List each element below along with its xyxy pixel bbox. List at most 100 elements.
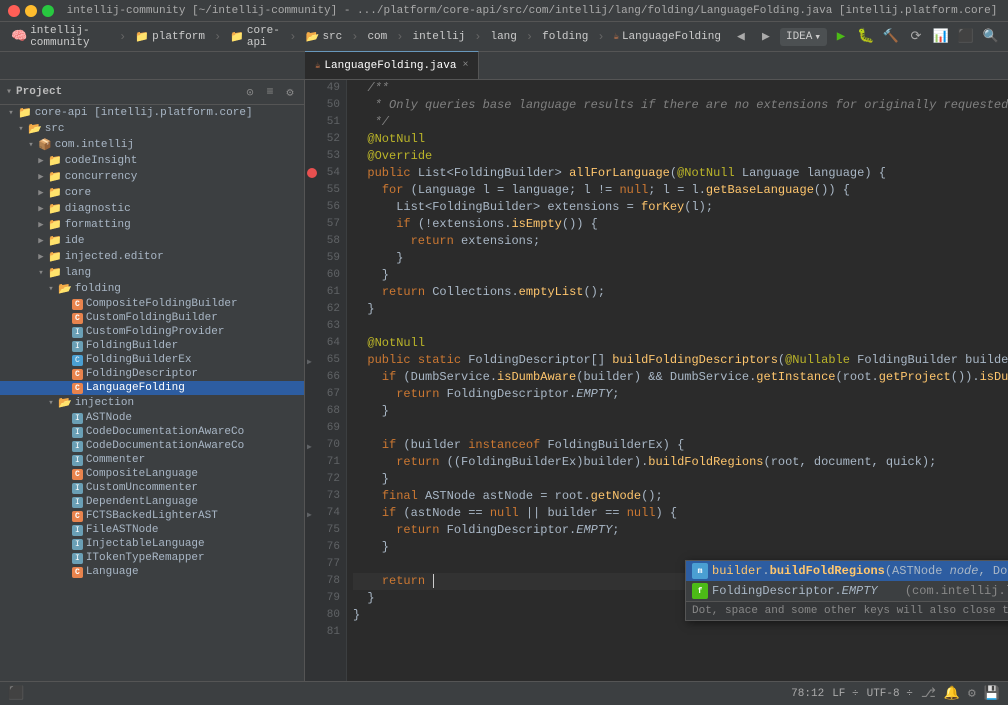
code-line-70: if (builder instanceof FoldingBuilderEx)… bbox=[353, 437, 1008, 454]
nav-sep-5: › bbox=[396, 30, 403, 44]
code-line-61: return Collections.emptyList(); bbox=[353, 284, 1008, 301]
sidebar-item-injectable-lang[interactable]: I InjectableLanguage bbox=[0, 537, 304, 551]
sidebar-item-injected[interactable]: ▶ 📁 injected.editor bbox=[0, 249, 304, 265]
debug-button[interactable]: 🐛 bbox=[855, 26, 877, 48]
sidebar-item-custom-uncommenter[interactable]: I CustomUncommenter bbox=[0, 481, 304, 495]
sidebar-item-injection[interactable]: ▾ 📂 injection bbox=[0, 395, 304, 411]
sidebar-title: Project bbox=[16, 86, 238, 98]
nav-project[interactable]: 🧠 intellij-community bbox=[6, 23, 115, 51]
code-line-81 bbox=[353, 624, 1008, 641]
sidebar-item-language-folding[interactable]: C LanguageFolding bbox=[0, 381, 304, 395]
sidebar-action-collapse[interactable]: ≡ bbox=[262, 84, 278, 100]
sidebar-item-composite-folding[interactable]: C CompositeFoldingBuilder bbox=[0, 297, 304, 311]
sidebar-item-codeinsight[interactable]: ▶ 📁 codeInsight bbox=[0, 153, 304, 169]
minimize-button[interactable] bbox=[25, 5, 37, 17]
interface-icon-fan: I bbox=[72, 525, 83, 536]
sidebar-item-composite-lang[interactable]: C CompositeLanguage bbox=[0, 467, 304, 481]
tab-close-button[interactable]: × bbox=[462, 60, 468, 71]
sidebar-item-fcts[interactable]: C FCTSBackedLighterAST bbox=[0, 509, 304, 523]
sidebar-item-conc-label: concurrency bbox=[65, 171, 138, 183]
tree-arrow-inj: ▶ bbox=[34, 252, 48, 262]
tree-arrow-root: ▾ bbox=[4, 108, 18, 118]
nav-folding[interactable]: folding bbox=[537, 29, 593, 45]
sidebar-item-custom-folding-provider[interactable]: I CustomFoldingProvider bbox=[0, 325, 304, 339]
class-icon-cufb: C bbox=[72, 313, 83, 324]
search-everywhere-button[interactable]: 🔍 bbox=[980, 26, 1002, 48]
line-67: 67 bbox=[305, 386, 346, 403]
file-encoding[interactable]: UTF-8 ÷ bbox=[867, 688, 913, 700]
folder-icon-fmt: 📁 bbox=[48, 218, 62, 232]
sync-button[interactable]: ⟳ bbox=[905, 26, 927, 48]
notification-status-icon[interactable]: 🔔 bbox=[944, 686, 960, 701]
autocomplete-item-1[interactable]: m builder.buildFoldRegions(ASTNode node,… bbox=[686, 561, 1008, 581]
sidebar-item-astnode[interactable]: I ASTNode bbox=[0, 411, 304, 425]
sidebar-item-concurrency[interactable]: ▶ 📁 concurrency bbox=[0, 169, 304, 185]
sidebar-item-lang[interactable]: ▾ 📁 lang bbox=[0, 265, 304, 281]
line-separator[interactable]: LF ÷ bbox=[832, 688, 858, 700]
code-area[interactable]: 49 50 51 52 53 54 55 56 57 58 59 60 61 6… bbox=[305, 80, 1008, 681]
nav-src[interactable]: 📂 src bbox=[300, 28, 347, 46]
nav-platform[interactable]: 📁 platform bbox=[130, 28, 210, 46]
git-status-icon[interactable]: ⎇ bbox=[921, 686, 936, 701]
terminal-status-icon[interactable]: ⬛ bbox=[8, 686, 24, 701]
sidebar-item-ide[interactable]: ▶ 📁 ide bbox=[0, 233, 304, 249]
interface-icon-cd1: I bbox=[72, 427, 83, 438]
build-button[interactable]: 🔨 bbox=[880, 26, 902, 48]
ac-hint-text: Dot, space and some other keys will also… bbox=[692, 605, 1008, 617]
run-button[interactable]: ▶ bbox=[830, 26, 852, 48]
sidebar-item-fileastnode[interactable]: I FileASTNode bbox=[0, 523, 304, 537]
sidebar-item-code-doc-2[interactable]: I CodeDocumentationAwareCo bbox=[0, 439, 304, 453]
sidebar-item-itr-label: ITokenTypeRemapper bbox=[86, 552, 205, 564]
sidebar-item-folding[interactable]: ▾ 📂 folding bbox=[0, 281, 304, 297]
settings-status-icon[interactable]: ⚙ bbox=[968, 686, 976, 701]
line-71: 71 bbox=[305, 454, 346, 471]
forward-button[interactable]: ▶ bbox=[755, 26, 777, 48]
autocomplete-popup[interactable]: m builder.buildFoldRegions(ASTNode node,… bbox=[685, 560, 1008, 621]
nav-core-api[interactable]: 📁 core-api bbox=[225, 23, 285, 51]
sidebar-item-language[interactable]: C Language bbox=[0, 565, 304, 579]
sidebar-item-formatting[interactable]: ▶ 📁 formatting bbox=[0, 217, 304, 233]
sidebar-item-folding-builder[interactable]: I FoldingBuilder bbox=[0, 339, 304, 353]
memory-status-icon[interactable]: 💾 bbox=[984, 686, 1000, 701]
nav-intellij[interactable]: intellij bbox=[407, 29, 470, 45]
sidebar-item-diagnostic[interactable]: ▶ 📁 diagnostic bbox=[0, 201, 304, 217]
line-59: 59 bbox=[305, 250, 346, 267]
ac-icon-1: m bbox=[692, 563, 708, 579]
idea-selector[interactable]: IDEA ▾ bbox=[780, 28, 827, 46]
close-button[interactable] bbox=[8, 5, 20, 17]
sidebar-item-root[interactable]: ▾ 📁 core-api [intellij.platform.core] bbox=[0, 105, 304, 121]
terminal-button[interactable]: ⬛ bbox=[955, 26, 977, 48]
nav-languagefolding[interactable]: ☕ LanguageFolding bbox=[609, 29, 726, 45]
sidebar-item-src[interactable]: ▾ 📂 src bbox=[0, 121, 304, 137]
sidebar-item-com-intellij[interactable]: ▾ 📦 com.intellij bbox=[0, 137, 304, 153]
back-button[interactable]: ◀ bbox=[730, 26, 752, 48]
sidebar-action-scope[interactable]: ⊙ bbox=[242, 84, 258, 100]
tab-languagefolding[interactable]: ☕ LanguageFolding.java × bbox=[305, 51, 479, 79]
folder-icon-ci: 📁 bbox=[48, 154, 62, 168]
sidebar-action-settings[interactable]: ⚙ bbox=[282, 84, 298, 100]
autocomplete-item-2[interactable]: f FoldingDescriptor.EMPTY (com.intellij.… bbox=[686, 581, 1008, 601]
class-icon-lf: C bbox=[72, 383, 83, 394]
profile-button[interactable]: 📊 bbox=[930, 26, 952, 48]
nav-lang[interactable]: lang bbox=[485, 29, 521, 45]
sidebar-item-fbex-label: FoldingBuilderEx bbox=[86, 354, 192, 366]
line-66: 66 bbox=[305, 369, 346, 386]
sidebar-item-core[interactable]: ▶ 📁 core bbox=[0, 185, 304, 201]
tree-arrow-ide: ▶ bbox=[34, 236, 48, 246]
nav-sep-2: › bbox=[214, 30, 221, 44]
sidebar-item-code-doc-1[interactable]: I CodeDocumentationAwareCo bbox=[0, 425, 304, 439]
sidebar: ▾ Project ⊙ ≡ ⚙ ▾ 📁 core-api [intellij.p… bbox=[0, 80, 305, 681]
sidebar-item-dependent-lang[interactable]: I DependentLanguage bbox=[0, 495, 304, 509]
sidebar-item-custom-folding-builder[interactable]: C CustomFoldingBuilder bbox=[0, 311, 304, 325]
sidebar-item-folding-descriptor[interactable]: C FoldingDescriptor bbox=[0, 367, 304, 381]
line-61: 61 bbox=[305, 284, 346, 301]
line-62: 62 bbox=[305, 301, 346, 318]
sidebar-item-commenter[interactable]: I Commenter bbox=[0, 453, 304, 467]
sidebar-item-folding-builder-ex[interactable]: C FoldingBuilderEx bbox=[0, 353, 304, 367]
sidebar-item-itoken[interactable]: I ITokenTypeRemapper bbox=[0, 551, 304, 565]
interface-icon-cu: I bbox=[72, 483, 83, 494]
code-line-51: */ bbox=[353, 114, 1008, 131]
maximize-button[interactable] bbox=[42, 5, 54, 17]
nav-com[interactable]: com bbox=[362, 29, 392, 45]
line-74: 74 bbox=[305, 505, 346, 522]
